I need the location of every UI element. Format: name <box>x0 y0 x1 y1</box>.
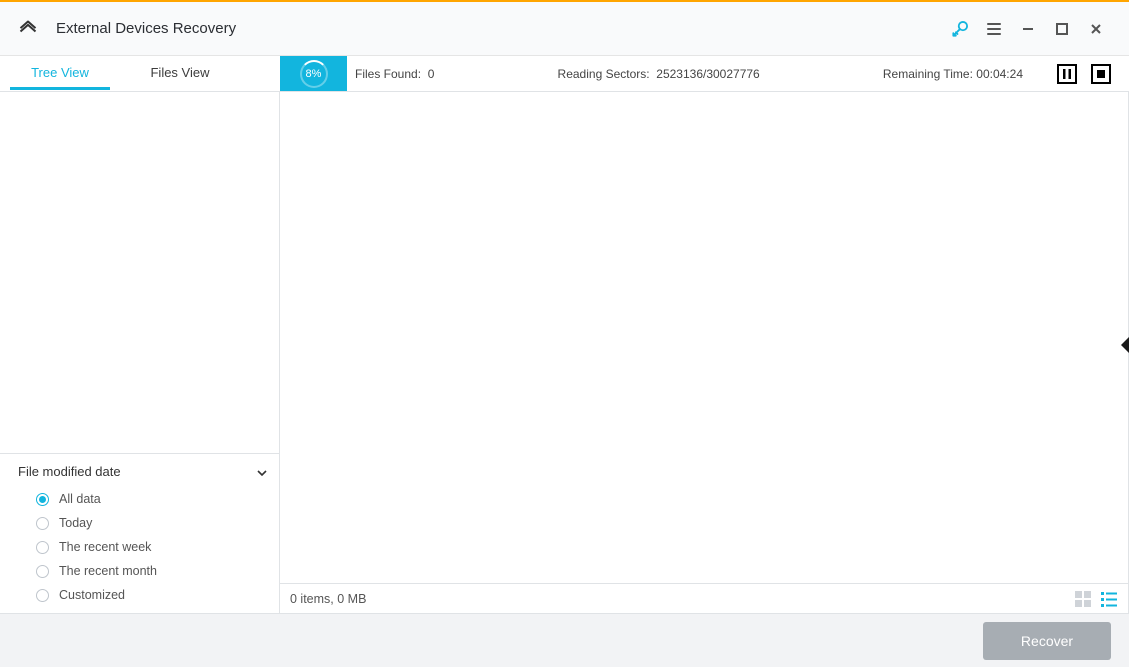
file-list[interactable] <box>280 92 1128 583</box>
view-toggle <box>1074 590 1118 608</box>
filter-option-recent-month[interactable]: The recent month <box>36 559 267 583</box>
reading-sectors-value: 2523136/30027776 <box>656 67 759 81</box>
status-text: 0 items, 0 MB <box>290 592 1074 606</box>
home-icon[interactable] <box>18 19 38 39</box>
filter-header[interactable]: File modified date <box>18 464 267 479</box>
filter-option-all-data[interactable]: All data <box>36 487 267 511</box>
filter-option-customized[interactable]: Customized <box>36 583 267 607</box>
content-pane: 0 items, 0 MB <box>280 92 1129 613</box>
radio-icon <box>36 565 49 578</box>
scan-progress: 8% <box>280 56 347 91</box>
maximize-button[interactable] <box>1045 12 1079 46</box>
sub-bar: Tree View Files View 8% Files Found: 0 R… <box>0 56 1129 92</box>
files-found-label: Files Found: <box>355 67 421 81</box>
scan-stats: Files Found: 0 Reading Sectors: 2523136/… <box>347 56 1057 91</box>
tab-tree-view[interactable]: Tree View <box>10 56 110 90</box>
menu-icon[interactable] <box>977 12 1011 46</box>
scan-controls <box>1057 56 1129 91</box>
filter-option-label: The recent week <box>59 540 151 554</box>
page-title: External Devices Recovery <box>56 20 236 37</box>
titlebar: External Devices Recovery <box>0 2 1129 56</box>
filter-title: File modified date <box>18 464 121 479</box>
pause-button[interactable] <box>1057 64 1077 84</box>
radio-icon <box>36 541 49 554</box>
filter-option-label: Today <box>59 516 92 530</box>
sidebar: File modified date All data Today The re… <box>0 92 280 613</box>
filter-option-today[interactable]: Today <box>36 511 267 535</box>
radio-icon <box>36 589 49 602</box>
filter-option-recent-week[interactable]: The recent week <box>36 535 267 559</box>
chevron-down-icon <box>257 464 267 479</box>
filter-option-label: All data <box>59 492 101 506</box>
view-tabs: Tree View Files View <box>0 56 280 91</box>
list-view-icon[interactable] <box>1100 590 1118 608</box>
reading-sectors-stat: Reading Sectors: 2523136/30027776 <box>434 67 883 81</box>
remaining-time-label: Remaining Time: <box>883 67 973 81</box>
stop-button[interactable] <box>1091 64 1111 84</box>
main-content: File modified date All data Today The re… <box>0 92 1129 613</box>
filter-option-label: Customized <box>59 588 125 602</box>
tab-files-view[interactable]: Files View <box>130 56 230 90</box>
remaining-time-value: 00:04:24 <box>976 67 1023 81</box>
filter-options: All data Today The recent week The recen… <box>18 487 267 607</box>
close-button[interactable] <box>1079 12 1113 46</box>
recover-button[interactable]: Recover <box>983 622 1111 660</box>
radio-icon <box>36 517 49 530</box>
side-panel-handle[interactable] <box>1121 337 1129 353</box>
status-bar: 0 items, 0 MB <box>280 583 1128 613</box>
minimize-button[interactable] <box>1011 12 1045 46</box>
grid-view-icon[interactable] <box>1074 590 1092 608</box>
radio-icon <box>36 493 49 506</box>
reading-sectors-label: Reading Sectors: <box>558 67 650 81</box>
footer: Recover <box>0 613 1129 667</box>
files-found-stat: Files Found: 0 <box>355 67 434 81</box>
key-icon[interactable] <box>943 12 977 46</box>
remaining-time-stat: Remaining Time: 00:04:24 <box>883 67 1023 81</box>
file-tree[interactable] <box>0 92 279 453</box>
spinner-icon <box>300 60 328 88</box>
filter-option-label: The recent month <box>59 564 157 578</box>
files-found-value: 0 <box>428 67 435 81</box>
filter-panel: File modified date All data Today The re… <box>0 453 279 613</box>
